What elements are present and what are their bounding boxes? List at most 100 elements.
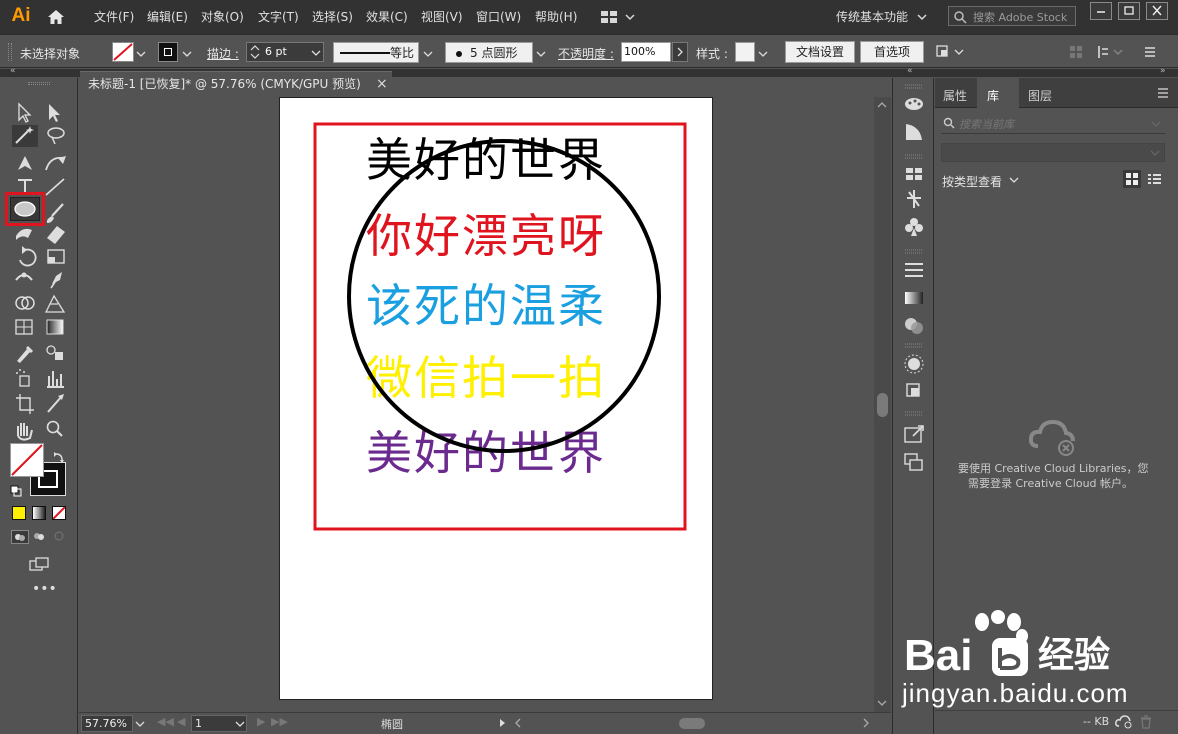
watermark-brand: Bai — [904, 631, 973, 680]
graphic-styles-icon — [906, 383, 920, 397]
stroke-swatch[interactable] — [158, 42, 178, 62]
artboards-panel-icon — [904, 453, 923, 471]
scroll-left-icon — [515, 718, 521, 728]
close-tab-icon[interactable]: × — [376, 72, 388, 96]
style-label: 样式 : — [696, 47, 728, 61]
last-artboard-icon[interactable]: ▶▶ — [271, 715, 288, 728]
align-icon[interactable] — [1068, 44, 1084, 60]
selection-tool-icon — [18, 102, 32, 123]
draw-inside-icon[interactable] — [51, 530, 69, 544]
chevron-down-icon — [311, 50, 321, 56]
search-icon — [943, 117, 955, 129]
mesh-tool-icon — [15, 319, 33, 335]
grid-view-icon[interactable] — [1123, 170, 1141, 188]
collapse-left-icon[interactable]: « — [10, 66, 16, 76]
stroke-weight-field[interactable]: 6 pt — [246, 42, 324, 62]
minimize-button[interactable] — [1090, 2, 1112, 20]
home-icon[interactable] — [46, 7, 66, 27]
opacity-input[interactable]: 100% — [621, 42, 671, 62]
library-dropdown[interactable] — [941, 143, 1165, 162]
lasso-icon — [47, 127, 65, 145]
gradient-mode-button[interactable] — [32, 506, 46, 520]
chevron-down-icon[interactable] — [423, 48, 433, 58]
vertical-scrollbar[interactable] — [874, 97, 891, 712]
none-mode-button[interactable] — [52, 506, 66, 520]
menu-select[interactable]: 选择(S) — [312, 9, 353, 25]
default-colors-icon — [10, 485, 22, 497]
chevron-down-icon[interactable] — [758, 48, 768, 58]
zoom-field[interactable]: 57.76% — [81, 715, 133, 732]
ellipse-tool-button[interactable] — [10, 197, 40, 221]
cc-login-message-line2: 需要登录 Creative Cloud 帐户。 — [968, 477, 1134, 490]
zoom-tool-icon — [46, 420, 63, 437]
gradient-panel-icon — [905, 292, 923, 304]
menu-object[interactable]: 对象(O) — [201, 9, 244, 25]
color-mode-button[interactable] — [12, 506, 26, 520]
horizontal-scroll-thumb[interactable] — [679, 718, 705, 729]
swatches-icon — [906, 168, 922, 180]
brush-definition[interactable]: 5 点圆形 — [445, 42, 533, 63]
vertical-scroll-thumb[interactable] — [877, 393, 888, 417]
menu-effect[interactable]: 效果(C) — [366, 9, 408, 25]
view-by-type-label[interactable]: 按类型查看 — [942, 173, 1002, 190]
perspective-grid-icon — [44, 294, 66, 313]
menu-edit[interactable]: 编辑(E) — [147, 9, 188, 25]
artboard[interactable]: 美好的世界 你好漂亮呀 该死的温柔 微信拍一拍 美好的世界 — [279, 97, 713, 700]
control-bar: 未选择对象 描边 : 6 pt 等比 5 点圆形 不透明度 : 100% 样式 … — [0, 34, 1178, 68]
chevron-down-icon[interactable] — [182, 48, 192, 58]
scroll-right-icon — [863, 718, 869, 728]
tab-layers[interactable]: 图层 — [1028, 87, 1052, 104]
chevron-right-icon[interactable] — [672, 42, 688, 62]
library-search-input[interactable]: 搜索当前库 — [941, 114, 1165, 134]
screen-mode-icon[interactable] — [28, 556, 52, 572]
arrange-documents-button[interactable] — [600, 9, 636, 25]
menu-type[interactable]: 文字(T) — [258, 9, 299, 25]
watermark-url: jingyan.baidu.com — [902, 678, 1129, 708]
scale-tool-icon — [47, 249, 65, 264]
chevron-down-icon[interactable] — [536, 48, 546, 58]
menu-file[interactable]: 文件(F) — [94, 9, 134, 25]
status-menu-icon — [500, 719, 505, 727]
document-tab[interactable]: 未标题-1 [已恢复]* @ 57.76% (CMYK/GPU 预览) × — [80, 71, 392, 97]
eyedropper-icon — [17, 345, 34, 363]
chevron-down-icon[interactable] — [916, 11, 928, 23]
draw-behind-icon[interactable] — [31, 530, 49, 544]
menu-view[interactable]: 视图(V) — [421, 9, 463, 25]
preferences-button[interactable]: 首选项 — [860, 41, 924, 63]
fill-none-swatch[interactable] — [112, 42, 134, 62]
chevron-down-icon[interactable] — [136, 48, 146, 58]
grip-handle[interactable] — [8, 43, 12, 61]
variable-width-profile[interactable]: 等比 — [333, 42, 419, 63]
edit-toolbar-icon[interactable]: ••• — [32, 582, 57, 596]
arrange-icon[interactable] — [935, 43, 967, 61]
stock-search-input[interactable]: 搜索 Adobe Stock — [948, 6, 1076, 26]
stroke-label[interactable]: 描边 : — [207, 45, 239, 62]
panel-menu-icon[interactable] — [1142, 44, 1158, 60]
collapse-icon[interactable]: « — [907, 66, 913, 76]
watermark-du-badge — [992, 638, 1028, 676]
color-theme-icon — [906, 124, 922, 140]
club-icon — [905, 218, 923, 236]
puppet-warp-icon — [50, 272, 62, 289]
menu-window[interactable]: 窗口(W) — [476, 9, 521, 25]
opacity-label[interactable]: 不透明度 : — [558, 45, 614, 62]
draw-normal-icon[interactable] — [11, 530, 29, 544]
previous-artboard-icon[interactable]: ◀ — [177, 715, 185, 728]
menu-help[interactable]: 帮助(H) — [535, 9, 577, 25]
maximize-button[interactable] — [1118, 2, 1140, 20]
first-artboard-icon[interactable]: ◀◀ — [157, 715, 174, 728]
fill-color-box[interactable] — [10, 443, 44, 477]
expand-icon[interactable]: » — [1160, 66, 1166, 76]
workspace-switcher[interactable]: 传统基本功能 — [836, 9, 908, 25]
graphic-style-swatch[interactable] — [735, 42, 755, 62]
tab-properties[interactable]: 属性 — [943, 87, 967, 104]
distribute-icon[interactable] — [1096, 44, 1126, 60]
tab-libraries[interactable]: 库 — [977, 78, 1019, 108]
next-artboard-icon[interactable]: ▶ — [257, 715, 265, 728]
eraser-icon — [47, 226, 65, 244]
close-window-button[interactable] — [1146, 2, 1168, 20]
list-view-icon[interactable] — [1145, 170, 1163, 188]
grip-handle[interactable] — [28, 82, 50, 85]
document-setup-button[interactable]: 文档设置 — [785, 41, 855, 63]
search-icon — [954, 11, 967, 24]
